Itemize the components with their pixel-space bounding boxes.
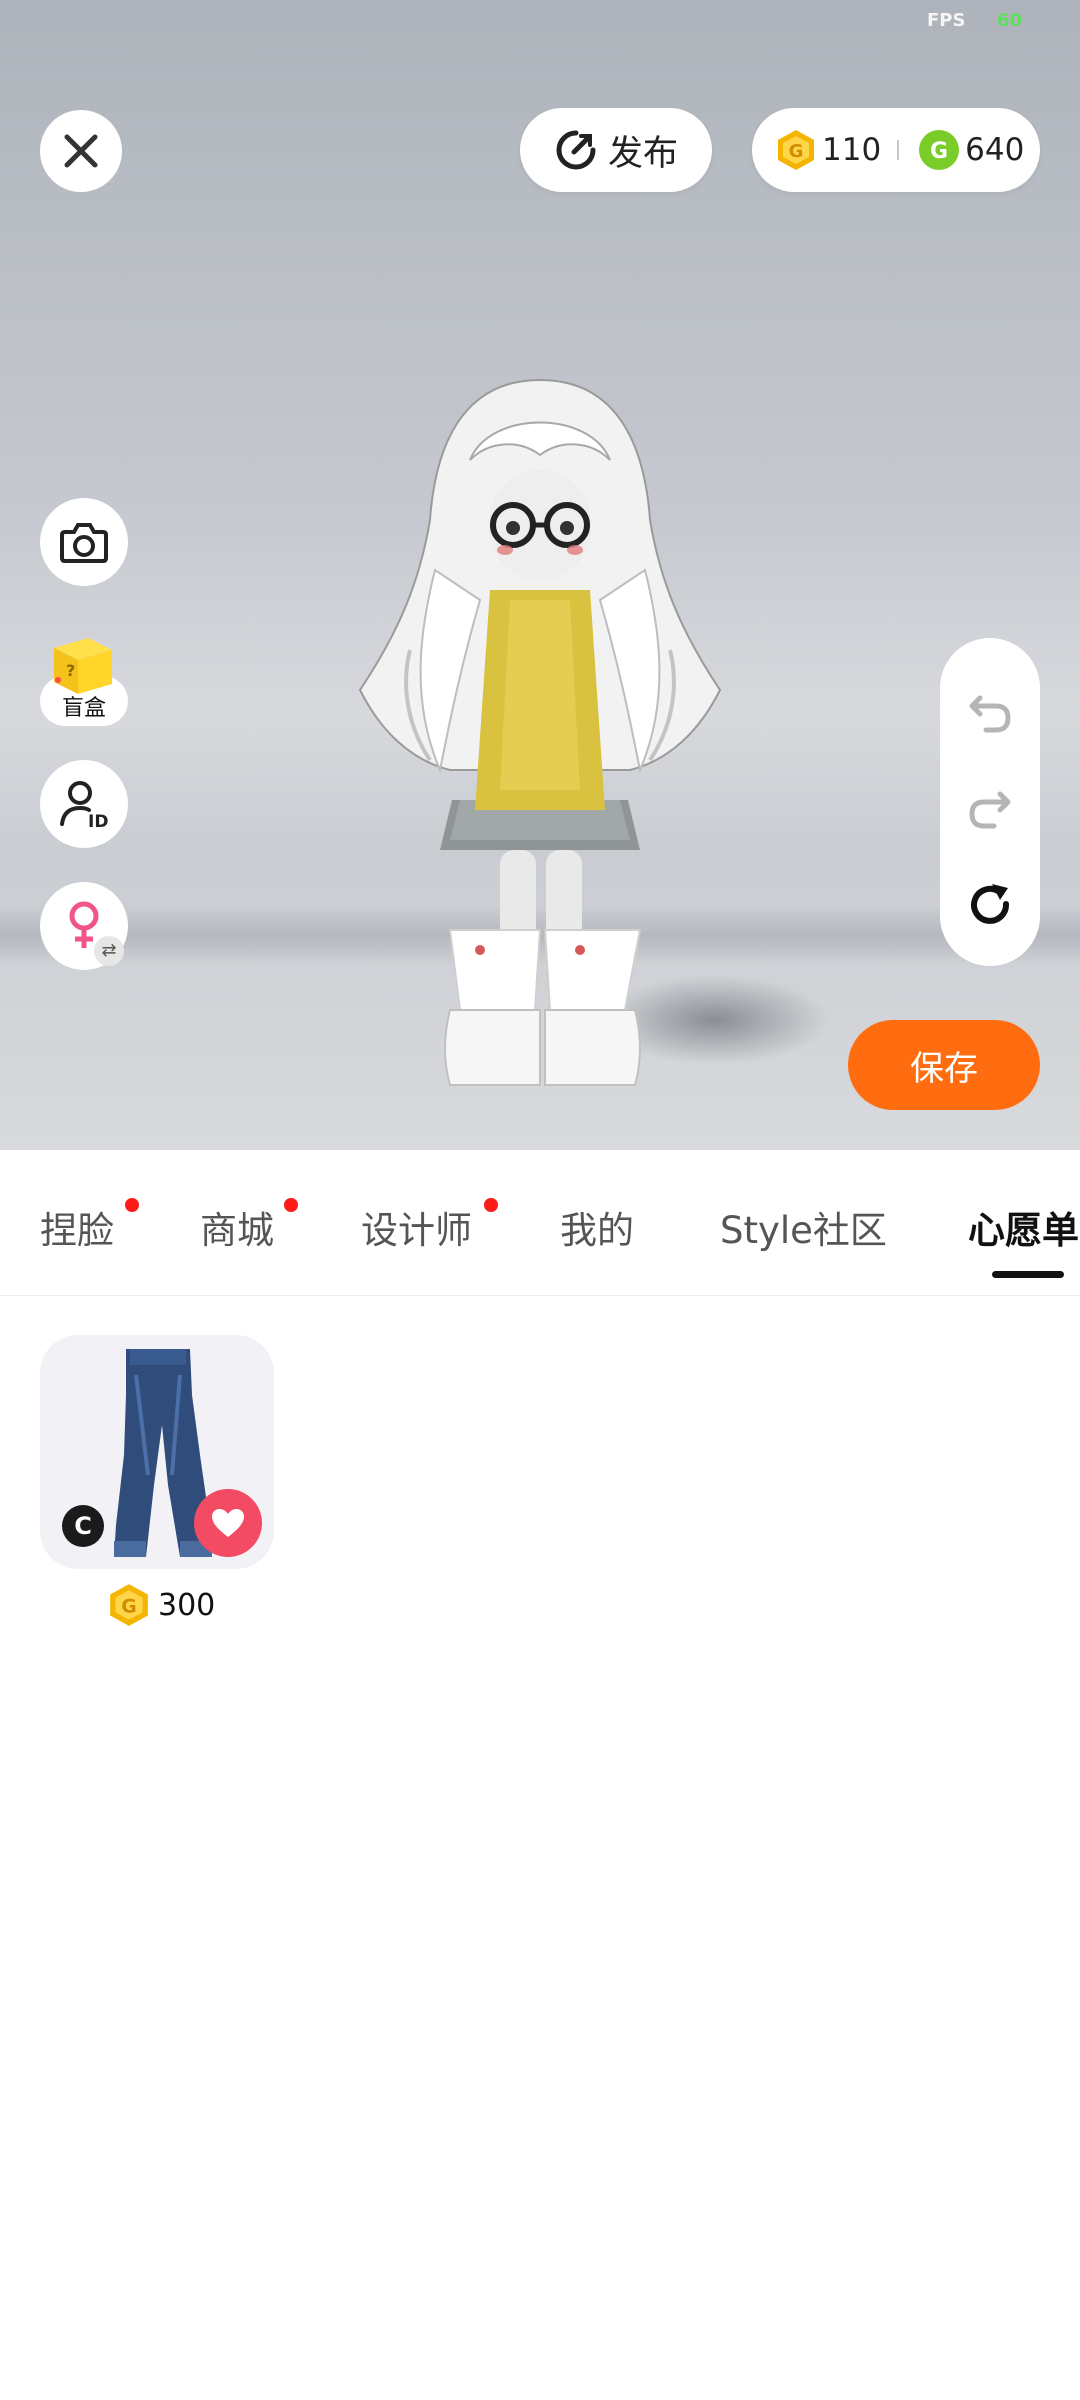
tab-mall-badge: [284, 1198, 298, 1212]
swap-icon: ⇄: [94, 936, 124, 966]
gold-coin-icon: G: [110, 1584, 148, 1626]
green-coin-icon: G: [919, 130, 960, 170]
gender-toggle-button[interactable]: ⇄: [40, 882, 128, 970]
svg-text:?: ?: [66, 661, 75, 680]
svg-text:G: G: [930, 139, 948, 164]
tab-designer-badge: [484, 1198, 498, 1212]
tab-face-badge: [125, 1198, 139, 1212]
tab-style-community[interactable]: Style社区: [720, 1200, 887, 1254]
currency-balance[interactable]: G 110 G 640: [752, 108, 1040, 192]
tab-face[interactable]: 捏脸: [40, 1200, 114, 1254]
creator-badge: C: [62, 1505, 104, 1547]
avatar-viewport[interactable]: FPS 60 发布 G 110 G 640 ? 盲盒 ID ⇄ 保存: [0, 0, 1080, 1150]
gold-coin-amount: 110: [822, 132, 882, 168]
gold-coin-icon: G: [778, 130, 814, 170]
svg-text:ID: ID: [88, 812, 108, 830]
blind-box-label: 盲盒: [61, 696, 106, 721]
favorite-button[interactable]: [194, 1489, 262, 1557]
svg-text:G: G: [789, 141, 804, 162]
close-button[interactable]: [40, 110, 122, 192]
currency-divider: [897, 140, 900, 160]
tab-mall[interactable]: 商城: [200, 1200, 274, 1254]
reset-icon[interactable]: [966, 882, 1014, 930]
screen: FPS 60 发布 G 110 G 640 ? 盲盒 ID ⇄ 保存 捏脸 商城…: [0, 0, 1080, 2400]
fps-value: 60: [997, 10, 1023, 31]
heart-icon: [212, 1509, 244, 1537]
wishlist-item[interactable]: C: [40, 1335, 274, 1569]
save-button[interactable]: 保存: [848, 1020, 1040, 1110]
blind-box-button[interactable]: ? 盲盒: [40, 628, 128, 728]
redo-icon[interactable]: [966, 784, 1014, 832]
avatar-figure[interactable]: [340, 370, 740, 1100]
camera-icon: [60, 523, 108, 563]
blind-box-icon: ?: [54, 638, 112, 694]
price-value: 300: [158, 1587, 216, 1623]
camera-button[interactable]: [40, 498, 128, 586]
user-id-icon: ID: [60, 781, 108, 830]
close-icon: [64, 134, 98, 168]
undo-icon[interactable]: [966, 688, 1014, 736]
svg-text:G: G: [121, 1596, 136, 1617]
category-tabs: 捏脸 商城 设计师 我的 Style社区 心愿单: [0, 1150, 1080, 1296]
fps-label: FPS: [927, 10, 966, 31]
publish-label: 发布: [607, 133, 678, 174]
publish-icon: [556, 130, 596, 170]
active-tab-indicator: [992, 1271, 1064, 1278]
wishlist-item-price: G 300: [106, 1582, 215, 1628]
profile-id-button[interactable]: ID: [40, 760, 128, 848]
tab-designer[interactable]: 设计师: [361, 1200, 472, 1254]
publish-button[interactable]: 发布: [520, 108, 712, 192]
green-coin-amount: 640: [965, 132, 1025, 168]
history-controls: [940, 638, 1040, 966]
tab-mine[interactable]: 我的: [560, 1200, 634, 1254]
tab-wishlist[interactable]: 心愿单: [968, 1200, 1079, 1254]
